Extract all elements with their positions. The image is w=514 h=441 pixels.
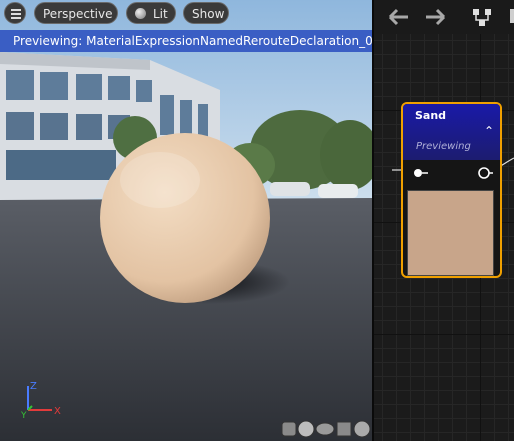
show-button[interactable]: Show [183,2,229,24]
node-title: Sand [415,109,447,122]
axis-gizmo: Z X Y [20,381,61,420]
preview-viewport[interactable]: Perspective Lit Show Previewing: Materia… [0,0,372,441]
cube-icon[interactable] [336,421,352,437]
chevron-up-icon[interactable]: ⌃ [484,124,494,138]
preview-mesh-buttons [281,420,371,438]
teapot-icon[interactable] [353,420,371,438]
node-subtitle: Previewing [416,141,471,152]
input-pin[interactable] [414,169,428,177]
hamburger-menu-icon [11,9,21,11]
viewport-menu-button[interactable] [4,2,26,24]
preview-banner: Previewing: MaterialExpressionNamedRerou… [0,30,372,52]
output-pin[interactable] [478,167,493,179]
sphere-icon[interactable] [297,420,315,438]
lit-label: Lit [153,7,168,21]
node-header[interactable]: Sand ⌃ Previewing [403,104,500,160]
sand-material-node[interactable]: Sand ⌃ Previewing [401,102,502,278]
axis-z-label: Z [30,381,37,392]
hierarchy-icon[interactable] [473,9,514,26]
back-arrow-icon[interactable] [388,8,408,26]
axis-y-label: Y [20,411,27,420]
lit-sphere-icon [135,8,146,19]
axis-x-label: X [54,406,61,417]
cylinder-icon[interactable] [281,421,297,437]
forward-arrow-icon[interactable] [426,8,446,26]
viewport-scene [0,0,372,441]
node-pins [414,167,493,179]
lit-mode-button[interactable]: Lit [126,2,176,24]
graph-toolbar [374,0,514,34]
plane-icon[interactable] [315,422,335,436]
node-preview-swatch [407,190,494,276]
perspective-button[interactable]: Perspective [34,2,118,24]
